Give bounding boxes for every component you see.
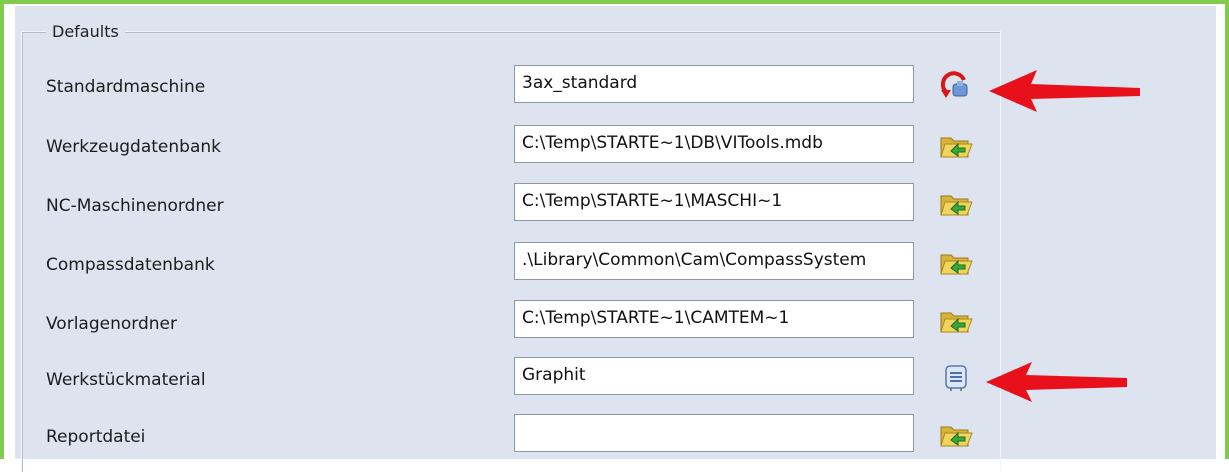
- folder-open-icon: [940, 195, 973, 216]
- nc-maschinenordner-field[interactable]: C:\Temp\STARTE~1\MASCHI~1: [514, 183, 914, 221]
- label-werkstueckmaterial: Werkstückmaterial: [46, 370, 206, 390]
- werkzeugdatenbank-field[interactable]: C:\Temp\STARTE~1\DB\VITools.mdb: [514, 125, 914, 163]
- label-nc-maschinenordner: NC-Maschinenordner: [46, 196, 224, 216]
- folder-open-icon: [940, 426, 973, 447]
- reportdatei-browse-button[interactable]: [936, 418, 976, 452]
- standardmaschine-field[interactable]: 3ax_standard: [514, 65, 914, 103]
- vorlagenordner-field[interactable]: C:\Temp\STARTE~1\CAMTEM~1: [514, 300, 914, 338]
- annotation-arrow-machine: [989, 70, 1140, 112]
- compassdatenbank-browse-button[interactable]: [936, 246, 976, 280]
- label-standardmaschine: Standardmaschine: [46, 77, 206, 97]
- folder-open-icon: [940, 254, 973, 275]
- folder-open-icon: [940, 137, 973, 158]
- material-list-button[interactable]: [936, 360, 976, 394]
- label-werkzeugdatenbank: Werkzeugdatenbank: [46, 137, 221, 157]
- label-compassdatenbank: Compassdatenbank: [46, 255, 215, 275]
- werkzeugdatenbank-browse-button[interactable]: [936, 129, 976, 163]
- annotation-arrow-material: [986, 362, 1127, 402]
- label-reportdatei: Reportdatei: [46, 427, 146, 447]
- vorlagenordner-browse-button[interactable]: [936, 304, 976, 338]
- groupbox-caption: Defaults: [46, 22, 125, 41]
- compassdatenbank-field[interactable]: .\Library\Common\Cam\CompassSystem: [514, 242, 914, 280]
- nc-maschinenordner-browse-button[interactable]: [936, 187, 976, 221]
- folder-open-icon: [940, 312, 973, 333]
- list-icon: [945, 365, 967, 391]
- machine-select-icon: [940, 71, 968, 98]
- werkstueckmaterial-field[interactable]: Graphit: [514, 357, 914, 395]
- label-vorlagenordner: Vorlagenordner: [46, 314, 177, 334]
- machine-select-button[interactable]: [936, 70, 976, 104]
- reportdatei-field[interactable]: [514, 414, 914, 452]
